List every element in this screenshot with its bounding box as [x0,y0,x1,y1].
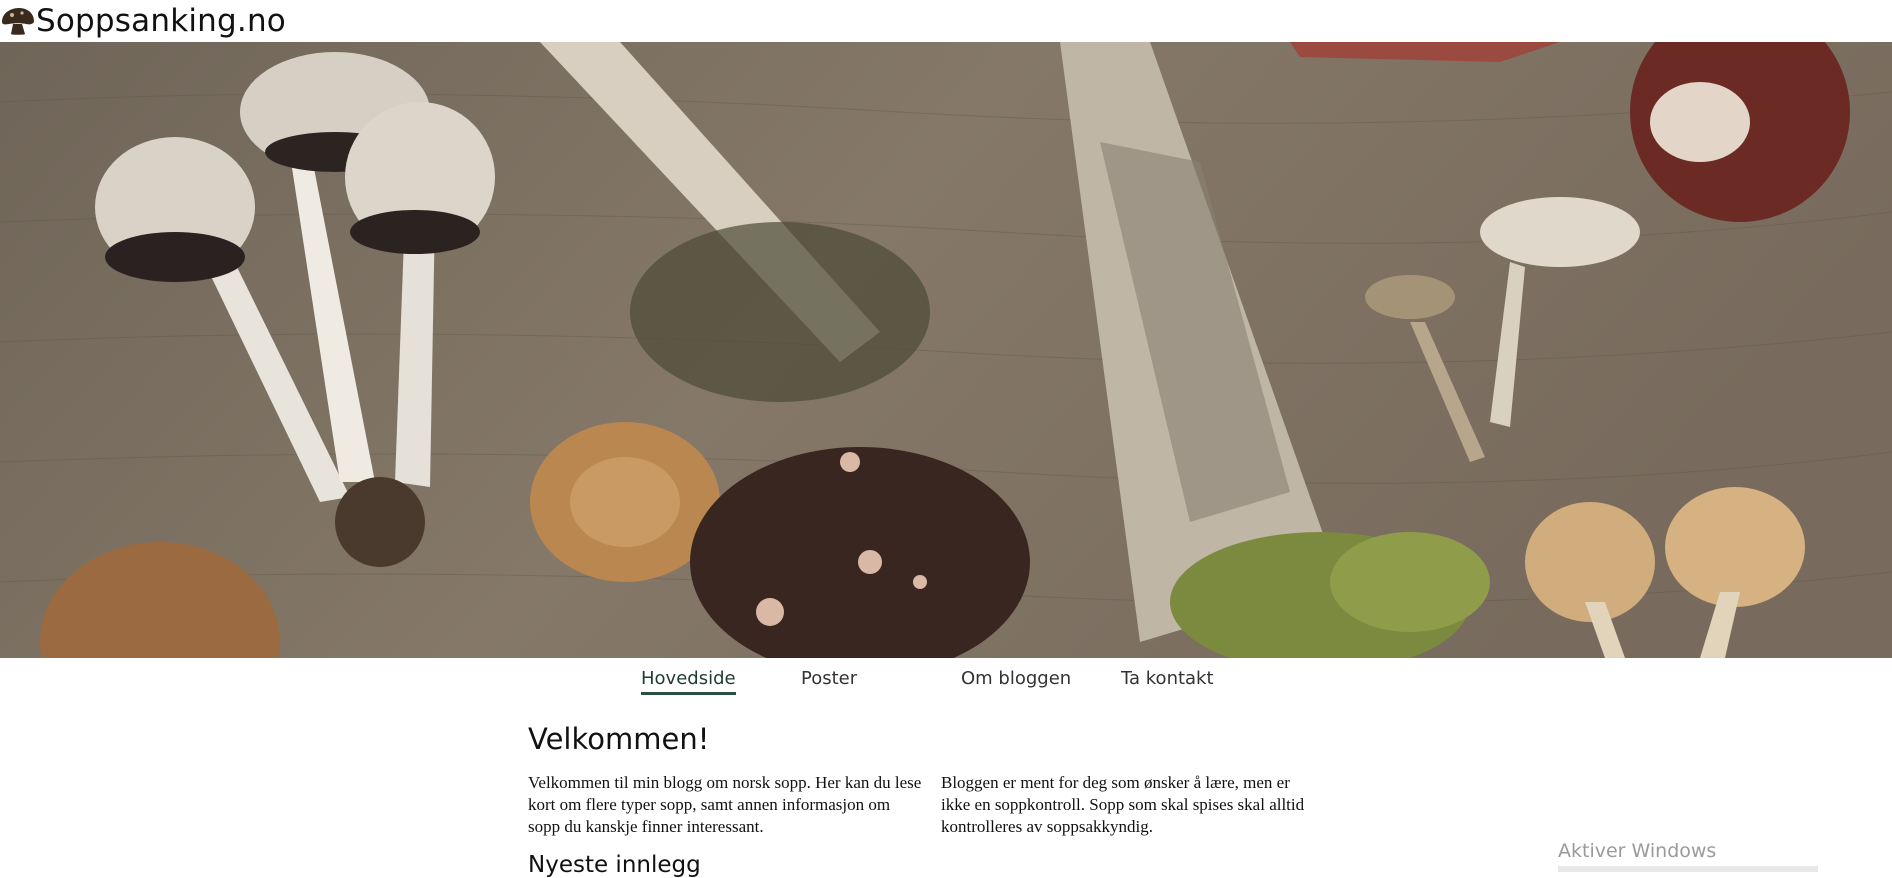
site-header: Soppsanking.no [0,0,1892,42]
activate-windows-watermark: Aktiver Windows [1558,840,1717,862]
mushroom-icon[interactable] [0,6,36,36]
site-title[interactable]: Soppsanking.no [36,0,286,42]
activate-windows-subtext [1558,866,1818,872]
intro-text-right: Bloggen er ment for deg som ønsker å lær… [941,773,1305,836]
page-title: Velkommen! [528,722,710,756]
nav-item-hovedside[interactable]: Hovedside [641,666,736,695]
nav-item-poster[interactable]: Poster [801,666,857,692]
hero-image [0,42,1892,658]
nav-item-om-bloggen[interactable]: Om bloggen [961,666,1071,692]
nav-item-ta-kontakt[interactable]: Ta kontakt [1121,666,1214,692]
latest-posts-heading: Nyeste innlegg [528,852,701,878]
main-nav: Hovedside Poster Om bloggen Ta kontakt [0,666,1892,698]
intro-text-left: Velkommen til min blogg om norsk sopp. H… [528,773,922,836]
